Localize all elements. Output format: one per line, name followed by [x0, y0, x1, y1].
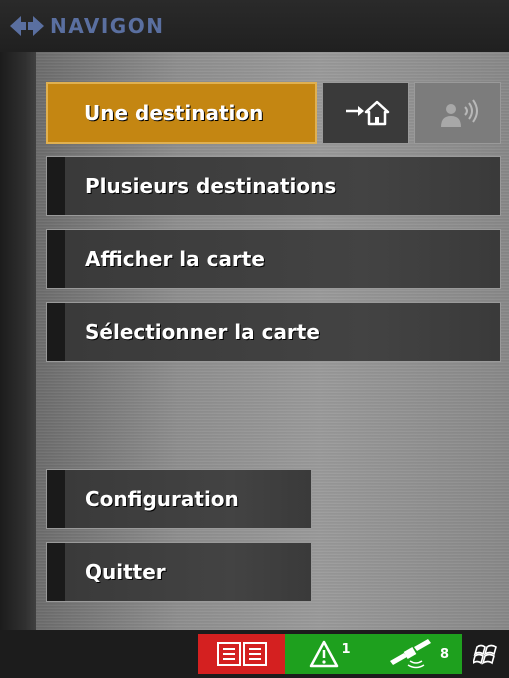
contact-button[interactable]	[414, 82, 501, 144]
windows-start[interactable]	[462, 634, 509, 674]
show-map-label: Afficher la carte	[85, 247, 265, 271]
multiple-destinations-button[interactable]: Plusieurs destinations	[46, 156, 501, 216]
configuration-button[interactable]: Configuration	[46, 469, 312, 529]
gps-satellite-count: 8	[439, 646, 450, 662]
tmc-book-icon	[216, 642, 267, 666]
traffic-status[interactable]: 1	[285, 634, 375, 674]
title-bar: NAVIGON	[0, 0, 509, 52]
panel-left-edge	[0, 52, 36, 630]
traffic-count: 1	[341, 642, 351, 657]
quit-button[interactable]: Quitter	[46, 542, 312, 602]
one-destination-button[interactable]: Une destination	[46, 82, 317, 144]
navigon-arrows-icon	[10, 16, 44, 36]
brand-name: NAVIGON	[50, 14, 165, 38]
configuration-label: Configuration	[85, 487, 239, 511]
one-destination-label: Une destination	[84, 101, 264, 125]
select-map-label: Sélectionner la carte	[85, 320, 320, 344]
multiple-destinations-label: Plusieurs destinations	[85, 174, 337, 198]
quit-label: Quitter	[85, 560, 166, 584]
home-button[interactable]	[322, 82, 409, 144]
person-speaker-icon	[440, 99, 478, 127]
satellite-icon	[389, 639, 431, 669]
status-bar: 1 8	[0, 630, 509, 678]
gps-status[interactable]: 8	[375, 634, 462, 674]
select-map-button[interactable]: Sélectionner la carte	[46, 302, 501, 362]
tmc-status[interactable]	[198, 634, 285, 674]
show-map-button[interactable]: Afficher la carte	[46, 229, 501, 289]
windows-flag-icon	[472, 644, 497, 665]
warning-triangle-icon	[310, 640, 339, 668]
navigon-logo: NAVIGON	[10, 12, 164, 40]
arrow-home-icon	[345, 100, 389, 126]
